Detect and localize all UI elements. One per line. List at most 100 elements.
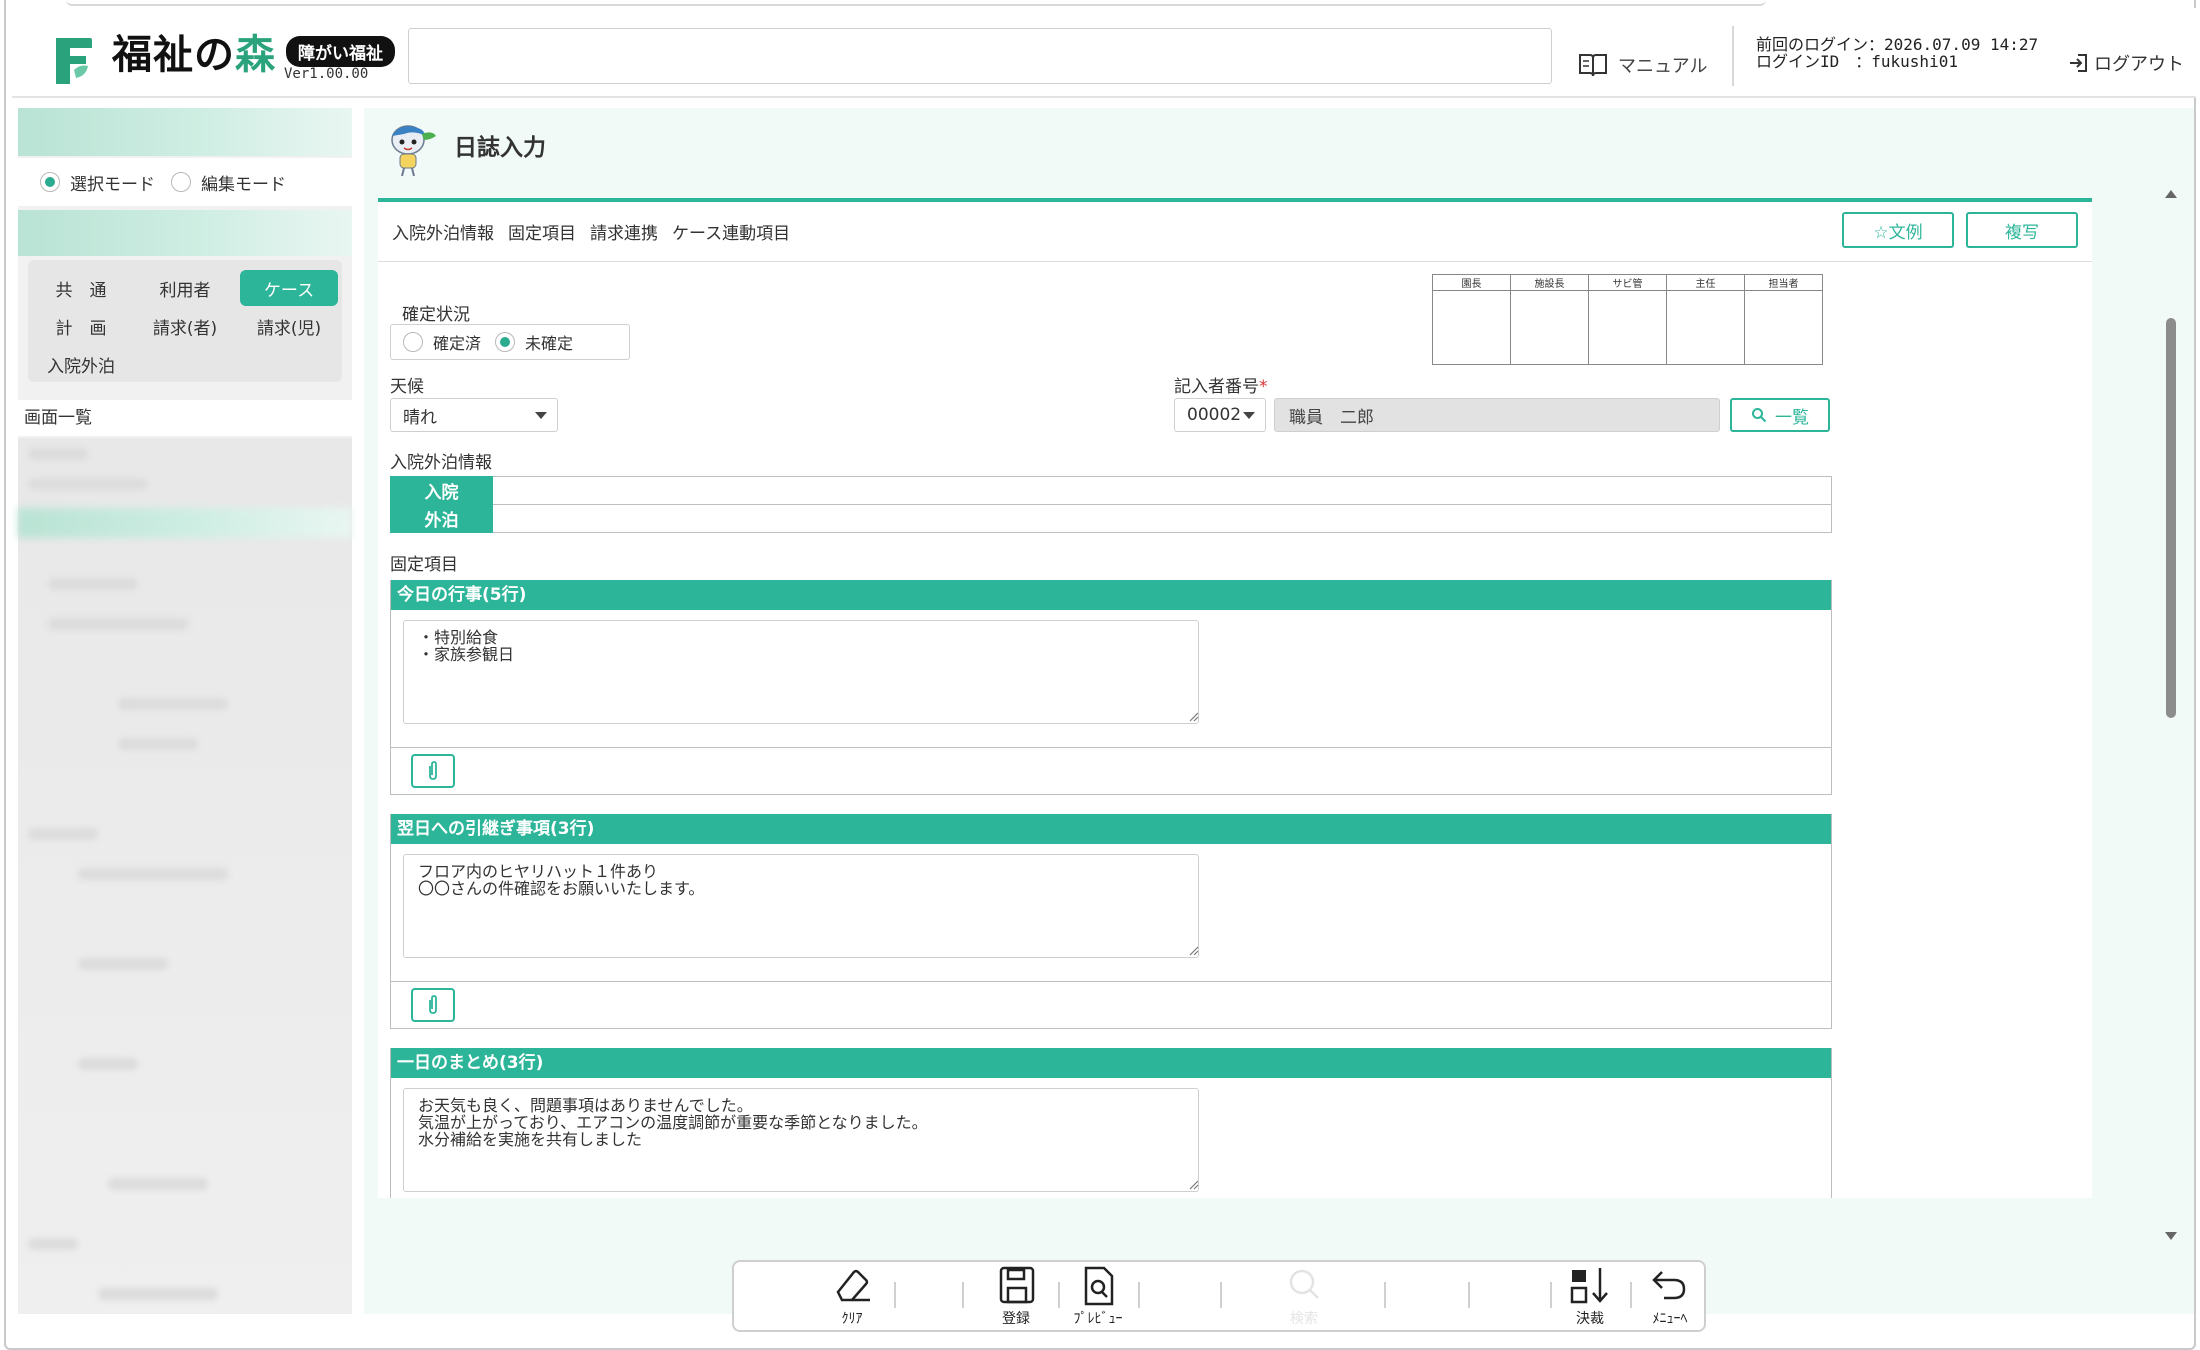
scroll-down-icon[interactable] [2165, 1232, 2177, 1240]
screen-list-item[interactable] [78, 868, 228, 880]
category-billing-adult[interactable]: 請求(者) [136, 308, 234, 344]
approve-icon [1570, 1268, 1608, 1304]
section-title: 翌日への引継ぎ事項(3行) [391, 814, 1831, 844]
preview-label: ﾌﾟﾚﾋﾞｭｰ [1073, 1311, 1123, 1327]
tab-billing-link[interactable]: 請求連携 [590, 219, 658, 244]
hospitalization-header: 入院 [390, 476, 493, 505]
resize-grip-icon[interactable] [1189, 712, 1199, 722]
preview-button[interactable]: ﾌﾟﾚﾋﾞｭｰ [1060, 1266, 1136, 1330]
chevron-down-icon [535, 412, 547, 419]
logo-icon [46, 30, 100, 92]
radio-selected-icon [40, 172, 60, 192]
mascot-icon [391, 125, 436, 177]
logo-badge: 障がい福祉 [286, 36, 395, 67]
category-common[interactable]: 共 通 [32, 270, 130, 306]
logout-label: ログアウト [2094, 54, 2184, 75]
section-footer [391, 748, 1831, 794]
mode-edit-radio[interactable]: 編集モード [171, 170, 286, 195]
logout-link[interactable]: ログアウト [2068, 50, 2184, 76]
writer-list-button[interactable]: 一覧 [1730, 398, 1830, 432]
tab-case-items[interactable]: ケース連動項目 [672, 219, 790, 244]
screen-list-item[interactable] [48, 618, 188, 630]
login-info: 前回のログイン：2026.07.09 14:27 ログインID ：fukushi… [1756, 36, 2038, 70]
radio-unselected-icon [171, 172, 191, 192]
confirmed-radio[interactable]: 確定済 [403, 330, 481, 354]
mode-select-label: 選択モード [70, 174, 155, 195]
sidebar: 選択モード 編集モード 共 通 利用者 ケース 計 画 請求(者) 請求(児) … [18, 108, 352, 1314]
screen-list-item[interactable] [28, 1238, 78, 1250]
logo-text: 福祉の森 [112, 32, 276, 78]
page-title: 日誌入力 [454, 135, 546, 161]
tab-fixed-items[interactable]: 固定項目 [508, 219, 576, 244]
attach-button[interactable] [411, 988, 455, 1022]
list-button-label: 一覧 [1775, 407, 1809, 428]
screen-list-item[interactable] [28, 448, 88, 460]
writer-code-select[interactable]: 00002 [1174, 398, 1266, 432]
header-search-field[interactable] [408, 28, 1552, 84]
tab-hospital-stay[interactable]: 入院外泊情報 [392, 219, 494, 244]
screen-list-item[interactable] [28, 828, 98, 840]
app-window: 福祉の森 障がい福祉 Ver1.00.00 マニュアル 前回のログイン：2026… [4, 0, 2196, 1350]
daily-summary-textarea[interactable]: お天気も良く、問題事項はありませんでした。 気温が上がっており、エアコンの温度調… [403, 1088, 1199, 1192]
weather-select[interactable]: 晴れ [390, 398, 558, 432]
clear-button[interactable]: ｸﾘｱ [814, 1266, 890, 1330]
manual-label: マニュアル [1618, 56, 1708, 77]
scroll-up-icon[interactable] [2165, 190, 2177, 198]
bottom-toolbar: ｸﾘｱ 登録 ﾌﾟﾚﾋﾞｭｰ 検索 決裁 ﾒﾆｭｰﾍ [732, 1260, 1706, 1332]
screen-list-item[interactable] [78, 958, 168, 970]
form-panel: 入院外泊情報 固定項目 請求連携 ケース連動項目 ☆文例 複写 確定状況 確定済… [378, 198, 2092, 1198]
template-phrase-button[interactable]: ☆文例 [1842, 212, 1954, 248]
category-hospital-stay[interactable]: 入院外泊 [32, 346, 130, 382]
writer-code: 00002 [1187, 405, 1242, 425]
manual-link[interactable]: マニュアル [1578, 52, 1707, 78]
unconfirmed-radio[interactable]: 未確定 [495, 330, 573, 354]
screen-list [18, 438, 352, 1314]
resize-grip-icon[interactable] [1189, 946, 1199, 956]
screen-list-item[interactable] [48, 578, 138, 590]
copy-button[interactable]: 複写 [1966, 212, 2078, 248]
stamp-cell [1510, 290, 1589, 365]
scrollbar-thumb[interactable] [2166, 318, 2176, 718]
screen-list-item-selected[interactable] [18, 508, 352, 538]
overnight-field[interactable] [492, 504, 1832, 533]
screen-list-item[interactable] [78, 1058, 138, 1070]
category-user[interactable]: 利用者 [136, 270, 234, 306]
today-events-textarea[interactable]: ・特別給食 ・家族参観日 [403, 620, 1199, 724]
attach-button[interactable] [411, 754, 455, 788]
section-body: フロア内のヒヤリハット１件あり 〇〇さんの件確認をお願いいたします。 [391, 844, 1831, 982]
category-case[interactable]: ケース [240, 270, 338, 306]
stamp-header: 担当者 [1744, 274, 1823, 291]
back-to-menu-button[interactable]: ﾒﾆｭｰﾍ [1632, 1266, 1708, 1330]
approve-button[interactable]: 決裁 [1552, 1266, 1628, 1330]
mode-select-radio[interactable]: 選択モード [40, 170, 155, 195]
paperclip-icon [429, 995, 437, 1014]
screen-list-item[interactable] [118, 738, 198, 750]
toolbar-divider [1220, 1282, 1222, 1308]
search-label: 検索 [1290, 1311, 1318, 1327]
logout-icon [2070, 54, 2087, 72]
screen-list-item[interactable] [28, 478, 148, 490]
screen-list-item[interactable] [118, 698, 228, 710]
register-button[interactable]: 登録 [978, 1266, 1054, 1330]
category-billing-child[interactable]: 請求(児) [240, 308, 338, 344]
fixed-items-section-label: 固定項目 [390, 555, 458, 575]
confirmed-label: 確定済 [433, 334, 482, 353]
category-plan[interactable]: 計 画 [32, 308, 130, 344]
toolbar-divider [1468, 1282, 1470, 1308]
undo-icon [1652, 1271, 1686, 1300]
chevron-down-icon [1243, 412, 1255, 419]
hospital-stay-table: 入院 外泊 [390, 476, 1832, 533]
screen-list-item[interactable] [98, 1288, 218, 1300]
toolbar-divider [1138, 1282, 1140, 1308]
book-icon [1579, 54, 1607, 77]
section-today-events: 今日の行事(5行) ・特別給食 ・家族参観日 [390, 580, 1832, 795]
hospitalization-field[interactable] [492, 476, 1832, 505]
sidebar-blurred-header [18, 108, 352, 156]
screen-list-item[interactable] [108, 1178, 208, 1190]
resize-grip-icon[interactable] [1189, 1180, 1199, 1190]
handover-textarea[interactable]: フロア内のヒヤリハット１件あり 〇〇さんの件確認をお願いいたします。 [403, 854, 1199, 958]
writer-name-field: 職員 二郎 [1274, 398, 1720, 432]
sidebar-blurred-band [18, 210, 352, 256]
eraser-icon [836, 1269, 870, 1302]
section-tabs: 入院外泊情報 固定項目 請求連携 ケース連動項目 [378, 202, 2092, 262]
